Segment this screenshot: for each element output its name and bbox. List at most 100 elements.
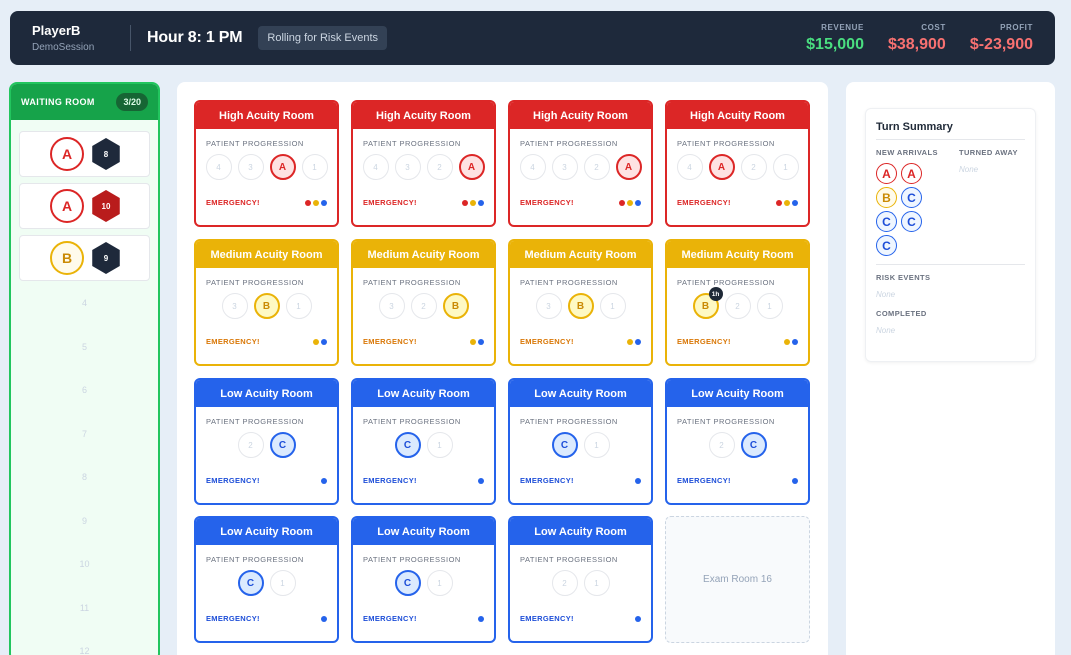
player-name: PlayerB bbox=[32, 23, 81, 38]
waiting-patient-slot[interactable]: A 10 bbox=[19, 183, 150, 229]
arrival-token: C bbox=[901, 187, 922, 208]
acuity-dot bbox=[792, 199, 798, 206]
room-title: Low Acuity Room bbox=[353, 518, 494, 545]
patient-token[interactable]: B bbox=[50, 241, 84, 275]
patient-token[interactable]: A bbox=[50, 189, 84, 223]
emergency-label: EMERGENCY! bbox=[520, 198, 574, 207]
acuity-dot bbox=[619, 199, 625, 206]
patient-token[interactable]: A bbox=[708, 154, 735, 180]
emergency-label: EMERGENCY! bbox=[363, 614, 417, 623]
acuity-dot bbox=[313, 338, 319, 345]
acuity-dot bbox=[462, 199, 468, 206]
patient-token[interactable]: A bbox=[50, 137, 84, 171]
station-step: 2 bbox=[410, 293, 437, 319]
room-title: Medium Acuity Room bbox=[510, 241, 651, 268]
station-step: 1 bbox=[269, 570, 296, 596]
waiting-patient-slot[interactable]: B9 bbox=[19, 235, 150, 281]
progression-stations: 4A21 bbox=[667, 154, 808, 180]
acuity-dots bbox=[321, 477, 327, 484]
room-card-low[interactable]: Low Acuity Room PATIENT PROGRESSION C 1 EMER… bbox=[508, 378, 653, 505]
station-step: 3 bbox=[551, 154, 578, 180]
arrival-token: C bbox=[876, 211, 897, 232]
room-card-high[interactable]: High Acuity Room PATIENT PROGRESSION 4 3 2 A E… bbox=[351, 100, 496, 227]
station-step: 2 bbox=[426, 154, 453, 180]
emergency-label: EMERGENCY! bbox=[363, 337, 417, 346]
player-info: PlayerB DemoSession bbox=[32, 23, 114, 53]
hour-display: Hour 8: 1 PM bbox=[147, 29, 243, 46]
room-card-high[interactable]: High Acuity Room PATIENT PROGRESSION 4 3 A 1 E… bbox=[194, 100, 339, 227]
room-card-low[interactable]: Low Acuity Room PATIENT PROGRESSION C 1 EMER… bbox=[351, 516, 496, 643]
exam-room-16[interactable]: Exam Room 16 bbox=[665, 516, 810, 643]
patient-token[interactable]: A bbox=[458, 154, 485, 180]
patient-token[interactable]: C bbox=[237, 570, 264, 596]
acuity-dot bbox=[627, 338, 633, 345]
patient-token[interactable]: B bbox=[567, 293, 594, 319]
room-card-med[interactable]: Medium Acuity Room PATIENT PROGRESSION 3 B 1… bbox=[508, 239, 653, 366]
patient-token[interactable]: C bbox=[269, 432, 296, 458]
room-title: Low Acuity Room bbox=[510, 518, 651, 545]
empty-slot-number: 10 bbox=[79, 559, 90, 569]
progression-stations: C1 bbox=[196, 570, 337, 596]
station-step: 2 bbox=[551, 570, 578, 596]
acuity-dot bbox=[478, 199, 484, 206]
station-step: 3 bbox=[237, 154, 264, 180]
progression-stations: 21 bbox=[510, 570, 651, 596]
new-arrivals-section: NEW ARRIVALS AABCCCC bbox=[876, 148, 959, 256]
acuity-dot bbox=[478, 338, 484, 345]
header-divider bbox=[130, 25, 131, 51]
station-step: 4 bbox=[362, 154, 389, 180]
patient-token[interactable]: B bbox=[253, 293, 280, 319]
patient-token[interactable]: C bbox=[740, 432, 767, 458]
room-card-low[interactable]: Low Acuity Room PATIENT PROGRESSION 2 C EMER… bbox=[665, 378, 810, 505]
patient-token[interactable]: C bbox=[551, 432, 578, 458]
room-card-high[interactable]: High Acuity Room PATIENT PROGRESSION 4 3 2 A E… bbox=[508, 100, 653, 227]
room-card-low[interactable]: Low Acuity Room PATIENT PROGRESSION C 1 EMER… bbox=[194, 516, 339, 643]
room-title: Low Acuity Room bbox=[510, 380, 651, 407]
turned-away-label: TURNED AWAY bbox=[959, 148, 1018, 157]
acuity-dots bbox=[305, 199, 327, 206]
acuity-dot bbox=[776, 199, 782, 206]
metric-value: $15,000 bbox=[806, 35, 864, 53]
room-card-med[interactable]: Medium Acuity Room PATIENT PROGRESSION 3 B 1… bbox=[194, 239, 339, 366]
room-card-med[interactable]: Medium Acuity Room PATIENT PROGRESSION B 1h… bbox=[665, 239, 810, 366]
room-title: Low Acuity Room bbox=[196, 518, 337, 545]
station-step: 1 bbox=[426, 570, 453, 596]
patient-progression-label: PATIENT PROGRESSION bbox=[206, 139, 304, 148]
waiting-patient-slot[interactable]: A8 bbox=[19, 131, 150, 177]
empty-slot-number: 9 bbox=[81, 515, 87, 526]
room-card-low[interactable]: Low Acuity Room PATIENT PROGRESSION C 1 EMER… bbox=[351, 378, 496, 505]
station-step: 3 bbox=[394, 154, 421, 180]
acuity-dot bbox=[478, 615, 484, 622]
acuity-dot bbox=[784, 199, 790, 206]
patient-progression-label: PATIENT PROGRESSION bbox=[363, 417, 461, 426]
patient-token[interactable]: C bbox=[394, 432, 421, 458]
progression-stations: 43A1 bbox=[196, 154, 337, 180]
station-step: 1 bbox=[599, 293, 626, 319]
acuity-dot bbox=[470, 199, 476, 206]
room-card-low[interactable]: Low Acuity Room PATIENT PROGRESSION 2 C EMER… bbox=[194, 378, 339, 505]
room-card-high[interactable]: High Acuity Room PATIENT PROGRESSION 4 A 2 1 E… bbox=[665, 100, 810, 227]
acuity-dot bbox=[627, 199, 633, 206]
acuity-dots bbox=[321, 615, 327, 622]
room-title: High Acuity Room bbox=[667, 102, 808, 129]
room-footer: EMERGENCY! bbox=[677, 337, 798, 346]
patient-token[interactable]: B 1h bbox=[692, 287, 723, 319]
room-footer: EMERGENCY! bbox=[363, 198, 484, 207]
room-title: Low Acuity Room bbox=[667, 380, 808, 407]
acuity-dot bbox=[784, 338, 790, 345]
station-step: 2 bbox=[724, 293, 751, 319]
die-icon: 8 bbox=[92, 138, 120, 170]
patient-token[interactable]: A bbox=[269, 154, 296, 180]
emergency-label: EMERGENCY! bbox=[677, 476, 731, 485]
metric-value: $-23,900 bbox=[969, 35, 1033, 53]
waiting-room-panel: WAITING ROOM 3/20 A 8 A 10 B 9 4 5 6 7 8 9 10 11 12 bbox=[9, 82, 160, 655]
room-card-low[interactable]: Low Acuity Room PATIENT PROGRESSION 2 1 EMER… bbox=[508, 516, 653, 643]
empty-slot-number: 8 bbox=[81, 472, 87, 482]
patient-token[interactable]: A bbox=[615, 154, 642, 180]
acuity-dots bbox=[462, 199, 484, 206]
waiting-room-header: WAITING ROOM 3/20 bbox=[11, 84, 158, 120]
station-step: 3 bbox=[221, 293, 248, 319]
patient-token[interactable]: C bbox=[394, 570, 421, 596]
room-card-med[interactable]: Medium Acuity Room PATIENT PROGRESSION 3 2 B… bbox=[351, 239, 496, 366]
patient-token[interactable]: B bbox=[442, 293, 469, 319]
